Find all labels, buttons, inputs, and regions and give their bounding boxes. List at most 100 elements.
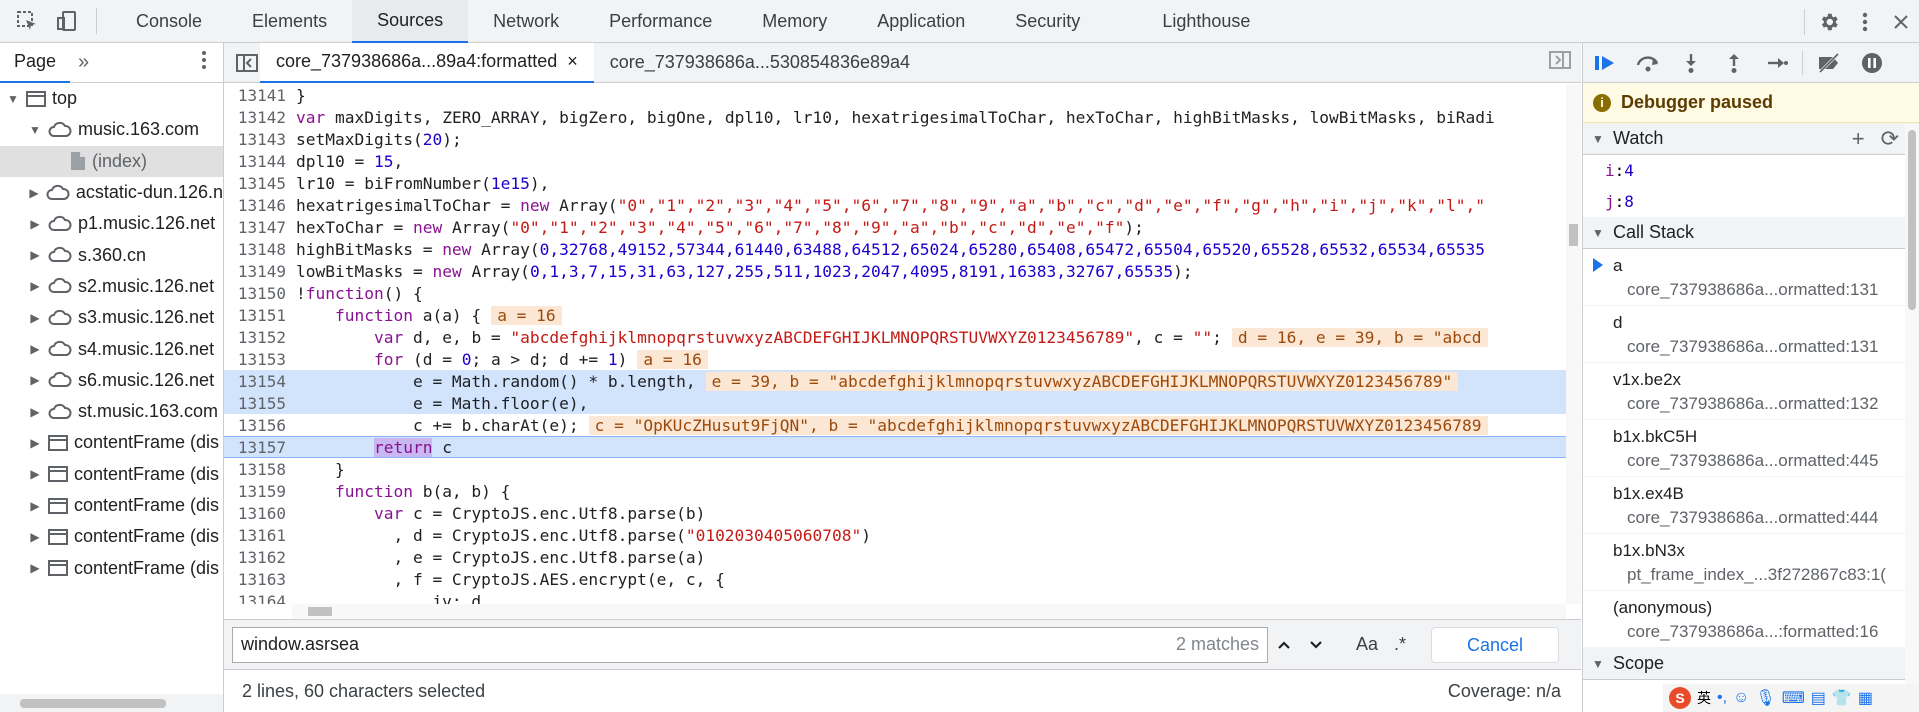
watch-section-header[interactable]: ▼ Watch + ⟳ — [1583, 123, 1919, 155]
scrollbar-thumb[interactable] — [20, 699, 166, 708]
toolbox-icon[interactable]: ▤ — [1811, 688, 1826, 708]
line-number[interactable]: 13159 — [224, 482, 292, 501]
tab-console[interactable]: Console — [111, 0, 227, 43]
code-line[interactable]: 13158 } — [224, 458, 1566, 480]
scrollbar-thumb[interactable] — [1908, 130, 1916, 310]
emoji-icon[interactable]: ☺ — [1733, 689, 1749, 707]
next-match-button[interactable] — [1300, 627, 1332, 663]
expanded-triangle-icon[interactable]: ▼ — [28, 123, 42, 137]
code-line[interactable]: 13154 e = Math.random() * b.length, e = 3… — [224, 370, 1566, 392]
editor-tab[interactable]: core_737938686a...530854836e89a4 — [594, 43, 926, 83]
collapsed-triangle-icon[interactable]: ▶ — [28, 499, 42, 513]
line-number[interactable]: 13145 — [224, 174, 292, 193]
step-out-icon[interactable] — [1712, 43, 1755, 83]
scrollbar-thumb[interactable] — [308, 607, 332, 616]
tree-item[interactable]: ▼ top — [0, 83, 223, 114]
tab-lighthouse[interactable]: Lighthouse — [1137, 0, 1275, 43]
frame-location[interactable]: core_737938686a...:formatted:16 — [1613, 618, 1919, 642]
collapsed-triangle-icon[interactable]: ▶ — [28, 405, 42, 419]
callstack-frame[interactable]: b1x.bkC5H core_737938686a...ormatted:445 — [1583, 420, 1919, 477]
step-icon[interactable] — [1755, 43, 1798, 83]
tree-item[interactable]: ▶ s6.music.126.net — [0, 365, 223, 396]
callstack-frame[interactable]: v1x.be2x core_737938686a...ormatted:132 — [1583, 363, 1919, 420]
code-line[interactable]: 13151 function a(a) {a = 16 — [224, 304, 1566, 326]
tree-item[interactable]: (index) — [0, 145, 223, 177]
watch-item[interactable]: j: 8 — [1583, 186, 1919, 217]
line-number[interactable]: 13152 — [224, 328, 292, 347]
add-watch-icon[interactable]: + — [1852, 126, 1865, 152]
line-number[interactable]: 13147 — [224, 218, 292, 237]
code-view[interactable]: 13141} 13142 var maxDigits, ZERO_ARRAY, bi… — [224, 84, 1566, 604]
previous-match-button[interactable] — [1268, 627, 1300, 663]
code-line[interactable]: 13142 var maxDigits, ZERO_ARRAY, bigZero,… — [224, 106, 1566, 128]
tree-item[interactable]: ▶ contentFrame (dis — [0, 552, 223, 583]
close-tab-icon[interactable]: × — [567, 51, 578, 72]
collapsed-triangle-icon[interactable]: ▶ — [28, 311, 42, 325]
navigator-horizontal-scrollbar[interactable] — [0, 694, 223, 712]
collapsed-triangle-icon[interactable]: ▶ — [28, 186, 40, 200]
coverage-status[interactable]: Coverage: n/a — [1448, 681, 1561, 702]
frame-location[interactable]: core_737938686a...ormatted:131 — [1613, 333, 1919, 357]
line-number[interactable]: 13141 — [224, 86, 292, 105]
skin-icon[interactable]: 👕 — [1832, 688, 1852, 708]
code-line[interactable]: 13152 var d, e, b = "abcdefghijklmnopqrs… — [224, 326, 1566, 348]
tree-item[interactable]: ▶ p1.music.126.net — [0, 208, 223, 239]
collapsed-triangle-icon[interactable]: ▶ — [28, 217, 42, 231]
tree-item[interactable]: ▼ music.163.com — [0, 114, 223, 145]
callstack-frame[interactable]: b1x.ex4B core_737938686a...ormatted:444 — [1583, 477, 1919, 534]
code-line[interactable]: 13157 return c — [224, 436, 1566, 458]
line-number[interactable]: 13153 — [224, 350, 292, 369]
code-line[interactable]: 13159 function b(a, b) { — [224, 480, 1566, 502]
apps-grid-icon[interactable]: ▦ — [1858, 688, 1873, 708]
refresh-watch-icon[interactable]: ⟳ — [1881, 126, 1899, 152]
line-number[interactable]: 13162 — [224, 548, 292, 567]
code-line[interactable]: 13153 for (d = 0; a > d; d += 1) a = 16 — [224, 348, 1566, 370]
line-number[interactable]: 13144 — [224, 152, 292, 171]
code-line[interactable]: 13145 lr10 = biFromNumber(1e15), — [224, 172, 1566, 194]
collapsed-triangle-icon[interactable]: ▶ — [28, 373, 42, 387]
collapsed-triangle-icon[interactable]: ▶ — [28, 342, 42, 356]
scrollbar-thumb[interactable] — [1569, 224, 1578, 246]
line-number[interactable]: 13161 — [224, 526, 292, 545]
toggle-debugger-icon[interactable] — [1549, 50, 1571, 75]
line-number[interactable]: 13150 — [224, 284, 292, 303]
line-number[interactable]: 13142 — [224, 108, 292, 127]
punctuation-icon[interactable]: •, — [1717, 689, 1727, 707]
step-over-icon[interactable] — [1626, 43, 1669, 83]
navigator-menu-icon[interactable] — [201, 50, 207, 76]
code-line[interactable]: 13149 lowBitMasks = new Array(0,1,3,7,15,… — [224, 260, 1566, 282]
code-line[interactable]: 13144 dpl10 = 15, — [224, 150, 1566, 172]
collapsed-triangle-icon[interactable]: ▶ — [28, 561, 42, 575]
code-line[interactable]: 13141} — [224, 84, 1566, 106]
tree-item[interactable]: ▶ acstatic-dun.126.n — [0, 177, 223, 208]
callstack-frame[interactable]: (anonymous) core_737938686a...:formatted:… — [1583, 591, 1919, 648]
collapsed-triangle-icon[interactable]: ▶ — [28, 467, 42, 481]
code-line[interactable]: 13147 hexToChar = new Array("0","1","2","… — [224, 216, 1566, 238]
code-line[interactable]: 13150 !function() { — [224, 282, 1566, 304]
watch-item[interactable]: i: 4 — [1583, 155, 1919, 186]
callstack-frame[interactable]: a core_737938686a...ormatted:131 — [1583, 249, 1919, 306]
tab-security[interactable]: Security — [990, 0, 1105, 43]
tab-performance[interactable]: Performance — [584, 0, 737, 43]
code-line[interactable]: 13161 , d = CryptoJS.enc.Utf8.parse("010… — [224, 524, 1566, 546]
editor-tab[interactable]: core_737938686a...89a4:formatted × — [260, 42, 594, 83]
close-devtools-icon[interactable] — [1883, 0, 1919, 43]
settings-gear-icon[interactable] — [1811, 0, 1847, 43]
line-number[interactable]: 13156 — [224, 416, 292, 435]
collapsed-triangle-icon[interactable]: ▶ — [28, 530, 42, 544]
tree-item[interactable]: ▶ contentFrame (dis — [0, 459, 223, 490]
tab-page[interactable]: Page — [0, 43, 71, 83]
code-line[interactable]: 13148 highBitMasks = new Array(0,32768,49… — [224, 238, 1566, 260]
regex-button[interactable]: .* — [1394, 634, 1406, 655]
collapsed-triangle-icon[interactable]: ▶ — [28, 436, 42, 450]
code-vertical-scrollbar[interactable] — [1566, 84, 1581, 604]
tree-item[interactable]: ▶ st.music.163.com — [0, 396, 223, 427]
line-number[interactable]: 13151 — [224, 306, 292, 325]
line-number[interactable]: 13154 — [224, 372, 292, 391]
tab-memory[interactable]: Memory — [737, 0, 852, 43]
tree-item[interactable]: ▶ s4.music.126.net — [0, 333, 223, 364]
microphone-icon[interactable]: 🎙 — [1755, 688, 1775, 708]
code-line[interactable]: 13143 setMaxDigits(20); — [224, 128, 1566, 150]
callstack-frame[interactable]: b1x.bN3x pt_frame_index_...3f272867c83:1( — [1583, 534, 1919, 591]
tree-item[interactable]: ▶ s2.music.126.net — [0, 271, 223, 302]
